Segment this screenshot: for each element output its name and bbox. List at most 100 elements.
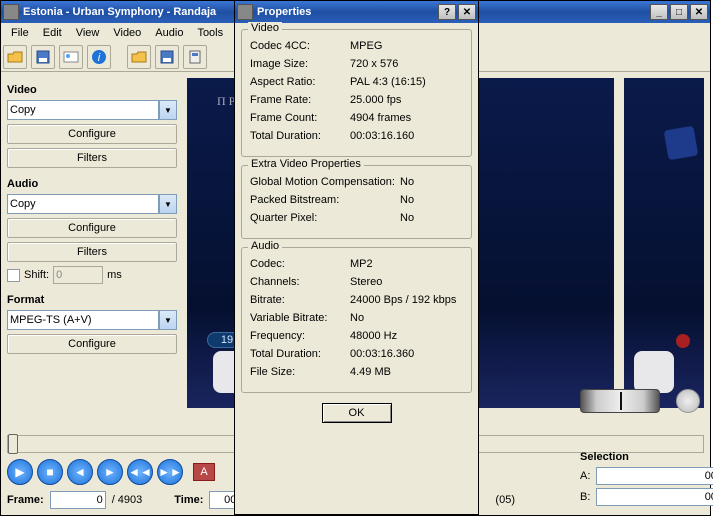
menu-tools[interactable]: Tools <box>191 25 229 41</box>
menu-audio[interactable]: Audio <box>149 25 189 41</box>
save-icon[interactable] <box>31 45 55 69</box>
prop-key: Frame Count: <box>250 112 350 124</box>
dropdown-icon[interactable]: ▼ <box>159 194 177 214</box>
selection-group: Selection A: B: <box>580 451 700 509</box>
prop-val: MPEG <box>350 40 463 52</box>
image-icon[interactable] <box>59 45 83 69</box>
maximize-button[interactable]: □ <box>670 4 688 20</box>
video-mode-input[interactable] <box>7 100 159 120</box>
prop-key: Frame Rate: <box>250 94 350 106</box>
prev-button[interactable]: ◄ <box>67 459 93 485</box>
save2-icon[interactable] <box>155 45 179 69</box>
shift-label: Shift: <box>24 269 49 281</box>
preview-logo <box>664 126 699 161</box>
format-select[interactable]: ▼ <box>7 310 177 330</box>
help-button[interactable]: ? <box>438 4 456 20</box>
calc-icon[interactable] <box>183 45 207 69</box>
close-button[interactable]: ✕ <box>690 4 708 20</box>
scrubber-thumb[interactable] <box>8 434 18 454</box>
sel-a-label: A: <box>580 470 590 482</box>
prop-key: Frequency: <box>250 330 350 342</box>
audio-configure-button[interactable]: Configure <box>7 218 177 238</box>
sel-a-input[interactable] <box>596 467 713 485</box>
prop-key: Bitrate: <box>250 294 350 306</box>
prop-val: 00:03:16.160 <box>350 130 463 142</box>
prop-val: MP2 <box>350 258 463 270</box>
stop-button[interactable]: ■ <box>37 459 63 485</box>
prop-val: 25.000 fps <box>350 94 463 106</box>
prop-key: Codec: <box>250 258 350 270</box>
dialog-titlebar: Properties ? ✕ <box>235 1 478 23</box>
prop-val: Stereo <box>350 276 463 288</box>
prop-key: Total Duration: <box>250 130 350 142</box>
info-icon[interactable]: i <box>87 45 111 69</box>
format-configure-button[interactable]: Configure <box>7 334 177 354</box>
prop-val: 720 x 576 <box>350 58 463 70</box>
video-filters-button[interactable]: Filters <box>7 148 177 168</box>
format-input[interactable] <box>7 310 159 330</box>
prop-key: Channels: <box>250 276 350 288</box>
prop-val: No <box>350 312 463 324</box>
prop-val: 4904 frames <box>350 112 463 124</box>
menu-file[interactable]: File <box>5 25 35 41</box>
video-preview-right <box>624 78 704 408</box>
volume-button[interactable] <box>676 389 700 413</box>
open2-icon[interactable] <box>127 45 151 69</box>
audio-mode-select[interactable]: ▼ <box>7 194 177 214</box>
prop-key: Global Motion Compensation: <box>250 176 400 188</box>
video-configure-button[interactable]: Configure <box>7 124 177 144</box>
prop-val: 4.49 MB <box>350 366 463 378</box>
time-extra: (05) <box>495 494 515 506</box>
preview-object <box>634 351 674 393</box>
dialog-title: Properties <box>257 6 438 18</box>
prop-val: 00:03:16.360 <box>350 348 463 360</box>
audio-filters-button[interactable]: Filters <box>7 242 177 262</box>
open-icon[interactable] <box>3 45 27 69</box>
menu-view[interactable]: View <box>70 25 106 41</box>
left-panel: Video ▼ Configure Filters Audio ▼ Config… <box>7 78 177 408</box>
next-button[interactable]: ► <box>97 459 123 485</box>
mark-a-button[interactable]: A <box>193 463 215 481</box>
extra-video-group: Extra Video Properties Global Motion Com… <box>241 165 472 239</box>
ok-button[interactable]: OK <box>322 403 392 423</box>
prop-key: Total Duration: <box>250 348 350 360</box>
toolbar-separator <box>115 45 123 69</box>
audio-group-title: Audio <box>248 240 282 252</box>
prop-key: Packed Bitstream: <box>250 194 400 206</box>
shift-checkbox[interactable] <box>7 269 20 282</box>
video-group-title: Video <box>248 22 282 34</box>
prop-key: Variable Bitrate: <box>250 312 350 324</box>
shift-input[interactable] <box>53 266 103 284</box>
video-group: Video Codec 4CC:MPEG Image Size:720 x 57… <box>241 29 472 157</box>
prop-key: Image Size: <box>250 58 350 70</box>
dialog-close-button[interactable]: ✕ <box>458 4 476 20</box>
play-button[interactable]: ▶ <box>7 459 33 485</box>
dropdown-icon[interactable]: ▼ <box>159 100 177 120</box>
format-section-label: Format <box>7 294 177 306</box>
menu-edit[interactable]: Edit <box>37 25 68 41</box>
frame-input[interactable] <box>50 491 106 509</box>
rewind-button[interactable]: ◄◄ <box>127 459 153 485</box>
preview-dot <box>676 334 690 348</box>
shift-unit: ms <box>107 269 122 281</box>
menu-video[interactable]: Video <box>107 25 147 41</box>
frame-total: / 4903 <box>112 494 143 506</box>
video-mode-select[interactable]: ▼ <box>7 100 177 120</box>
audio-mode-input[interactable] <box>7 194 159 214</box>
extra-group-title: Extra Video Properties <box>248 158 364 170</box>
jog-dial[interactable] <box>580 389 660 413</box>
audio-section-label: Audio <box>7 178 177 190</box>
prop-val: No <box>400 212 463 224</box>
minimize-button[interactable]: _ <box>650 4 668 20</box>
forward-button[interactable]: ►► <box>157 459 183 485</box>
properties-dialog: Properties ? ✕ Video Codec 4CC:MPEG Imag… <box>234 0 479 515</box>
dropdown-icon[interactable]: ▼ <box>159 310 177 330</box>
app-icon <box>3 4 19 20</box>
prop-val: PAL 4:3 (16:15) <box>350 76 463 88</box>
selection-label: Selection <box>580 451 700 463</box>
dialog-icon <box>237 4 253 20</box>
prop-val: 24000 Bps / 192 kbps <box>350 294 463 306</box>
sel-b-input[interactable] <box>596 488 713 506</box>
audio-group: Audio Codec:MP2 Channels:Stereo Bitrate:… <box>241 247 472 393</box>
video-section-label: Video <box>7 84 177 96</box>
